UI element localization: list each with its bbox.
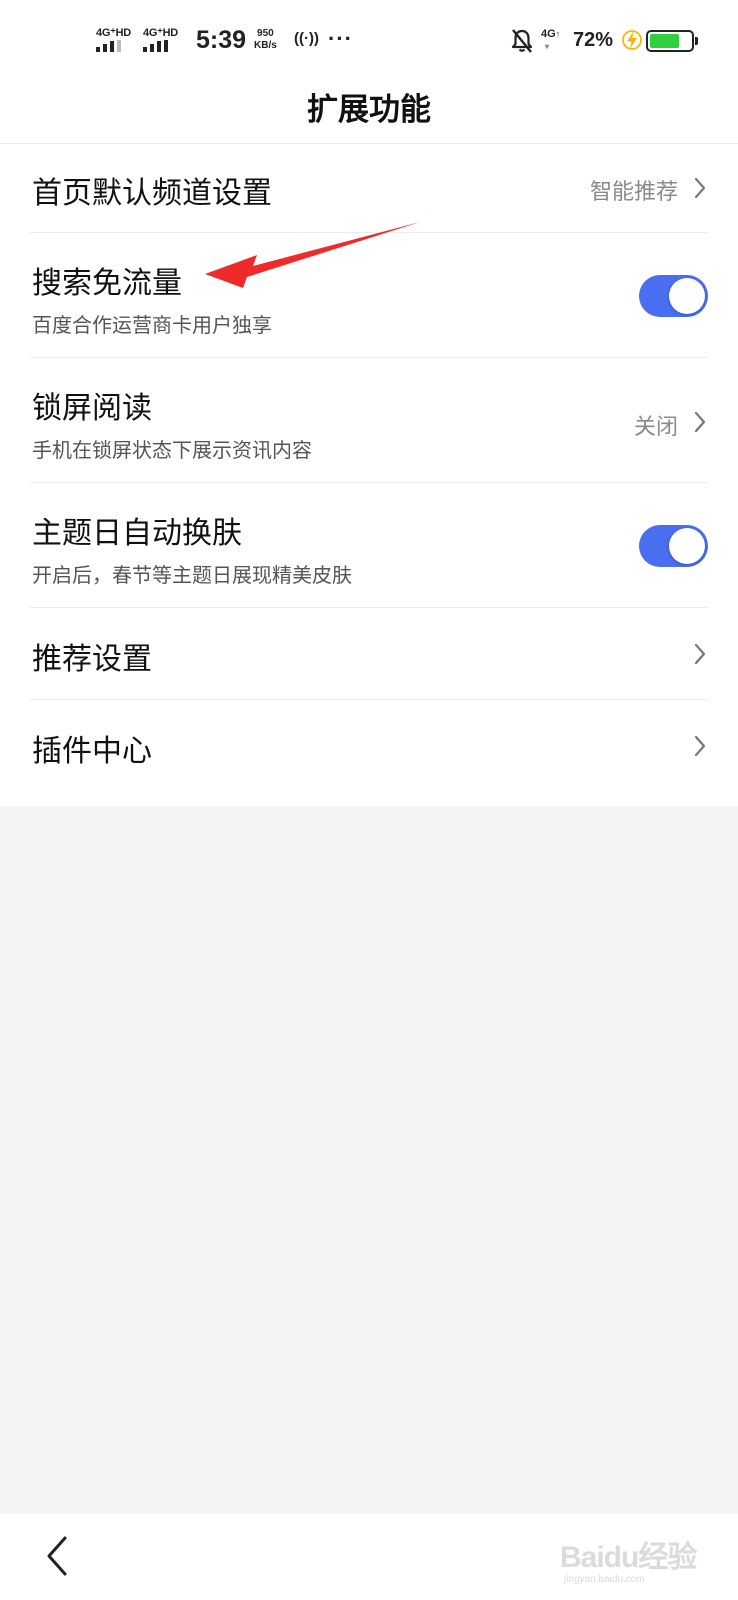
more-notifications-icon: ··· [328,26,353,51]
annotation-arrow-icon [205,222,420,288]
chevron-right-icon [694,411,706,433]
chevron-right-icon [694,643,706,665]
setting-home-channel-label: 首页默认频道设置 [32,176,272,211]
bell-muted-icon [511,29,533,53]
setting-lock-screen-reading-label: 锁屏阅读 [32,391,152,426]
setting-theme-day-skin: 主题日自动换肤 开启后，春节等主题日展现精美皮肤 [0,483,738,608]
page-title: 扩展功能 [307,92,431,128]
watermark-url: jingyan.baidu.com [564,1574,645,1585]
baidu-jingyan-watermark: Baidu经验 jingyan.baidu.com [560,1524,730,1594]
mobile-data-icon: 4G↑ ▾ [541,28,561,51]
setting-theme-day-skin-desc: 开启后，春节等主题日展现精美皮肤 [32,563,352,587]
network-speed-value: 950 [257,28,274,39]
setting-theme-day-skin-label: 主题日自动换肤 [32,516,242,551]
setting-recommendation[interactable]: 推荐设置 [0,608,738,700]
mobile-data-label: 4G [541,28,556,40]
watermark-brand: Baidu经验 [560,1541,697,1574]
setting-plugin-center-label: 插件中心 [32,734,152,769]
battery-icon [646,30,698,52]
network-speed-unit: KB/s [254,40,277,51]
theme-day-skin-toggle[interactable] [639,525,708,567]
back-button[interactable] [44,1534,70,1578]
sim2-network-label: 4G⁺HD [143,27,178,39]
setting-lock-screen-reading-desc: 手机在锁屏状态下展示资讯内容 [32,438,312,462]
setting-home-channel[interactable]: 首页默认频道设置 智能推荐 [0,144,738,233]
setting-plugin-center[interactable]: 插件中心 [0,700,738,792]
bottom-bar: Baidu经验 jingyan.baidu.com [0,1514,738,1600]
battery-level [650,34,679,48]
setting-search-free-data-label: 搜索免流量 [32,266,182,301]
title-bar: 扩展功能 [0,80,738,144]
setting-search-free-data-desc: 百度合作运营商卡用户独享 [32,313,272,337]
charging-icon [622,30,642,50]
setting-lock-screen-reading[interactable]: 锁屏阅读 手机在锁屏状态下展示资讯内容 关闭 [0,358,738,483]
setting-recommendation-label: 推荐设置 [32,642,152,677]
search-free-data-toggle[interactable] [639,275,708,317]
hotspot-icon: ((·)) [294,30,319,47]
clock: 5:39 [196,26,247,54]
battery-percent: 72% [573,29,614,51]
network-speed: 950 KB/s [254,28,277,52]
chevron-right-icon [694,735,706,757]
status-bar: 4G⁺HD 4G⁺HD 5:39 950 KB/s ((·)) ··· 4G↑ ▾… [0,0,738,80]
chevron-right-icon [694,177,706,199]
sim1-network-label: 4G⁺HD [96,27,131,39]
setting-lock-screen-reading-value: 关闭 [633,415,678,440]
setting-home-channel-value: 智能推荐 [589,180,678,205]
